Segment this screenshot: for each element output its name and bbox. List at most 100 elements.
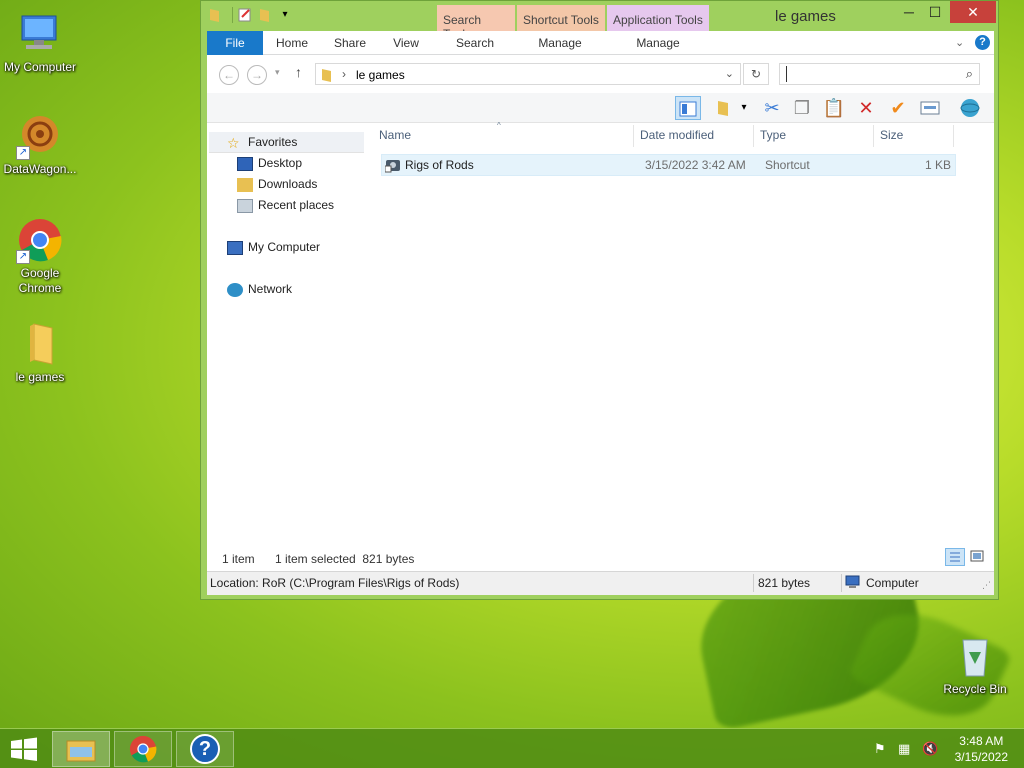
nav-label: Favorites <box>248 135 298 149</box>
desktop-icon-recycle-bin[interactable]: Recycle Bin <box>935 632 1015 697</box>
clock-time: 3:48 AM <box>959 734 1004 748</box>
shortcut-arrow-icon: ↗ <box>16 250 30 264</box>
divider <box>841 574 842 592</box>
desktop-icon-my-computer[interactable]: My Computer <box>0 10 80 75</box>
file-size: 1 KB <box>924 158 951 172</box>
column-separator[interactable] <box>953 125 954 147</box>
recent-locations-icon[interactable]: ▾ <box>275 67 280 78</box>
column-separator[interactable] <box>753 125 754 147</box>
path-separator[interactable]: › <box>342 67 346 81</box>
zone-text: Computer <box>866 576 919 590</box>
context-tab-shortcut-tools[interactable]: Shortcut Tools <box>517 5 605 31</box>
address-input[interactable]: › le games ⌄ <box>315 63 741 85</box>
address-bar-row: ← → ▾ ↑ › le games ⌄ ↻ ⌕ <box>207 55 994 93</box>
divider <box>753 574 754 592</box>
context-tab-application-tools[interactable]: Application Tools <box>607 5 709 31</box>
properties-icon[interactable] <box>917 96 943 120</box>
tab-share[interactable]: Share <box>327 31 373 55</box>
folder-options-icon[interactable] <box>711 96 737 120</box>
taskbar-help[interactable]: ? <box>176 731 234 767</box>
title-bar[interactable]: ▾ Search Tools Shortcut Tools Applicatio… <box>201 1 998 41</box>
quick-access-toolbar: ▾ <box>207 7 293 23</box>
tab-manage-shortcut[interactable]: Manage <box>527 31 593 55</box>
clock-date: 3/15/2022 <box>954 750 1008 764</box>
datawagon-icon: ↗ <box>16 112 64 160</box>
file-type: Shortcut <box>765 158 810 172</box>
separator <box>227 7 233 23</box>
system-clock[interactable]: 3:48 AM 3/15/2022 <box>955 733 1008 765</box>
tab-home[interactable]: Home <box>269 31 315 55</box>
file-name: Rigs of Rods <box>405 158 474 172</box>
chrome-icon <box>129 735 157 763</box>
taskbar-file-explorer[interactable] <box>52 731 110 767</box>
details-status: 1 item 1 item selected 821 bytes <box>207 543 994 571</box>
column-header-size[interactable]: Size <box>880 128 903 142</box>
tab-manage-application[interactable]: Manage <box>625 31 691 55</box>
taskbar-chrome[interactable] <box>114 731 172 767</box>
nav-downloads[interactable]: Downloads <box>237 174 317 195</box>
shortcut-icon <box>384 157 401 176</box>
tab-view[interactable]: View <box>383 31 429 55</box>
resize-grip-icon[interactable]: ⋰ <box>982 580 991 591</box>
back-button[interactable]: ← <box>219 65 239 85</box>
column-header-name[interactable]: Name <box>379 128 411 142</box>
rename-icon[interactable]: ✔ <box>885 96 911 120</box>
nav-network[interactable]: Network <box>227 279 292 300</box>
tab-search[interactable]: Search <box>443 31 507 55</box>
refresh-button[interactable]: ↻ <box>743 63 769 85</box>
forward-button[interactable]: → <box>247 65 267 85</box>
help-icon[interactable]: ? <box>975 35 990 50</box>
context-tab-search-tools[interactable]: Search Tools <box>437 5 515 41</box>
search-icon[interactable]: ⌕ <box>966 66 973 82</box>
network-status-icon[interactable]: ▦ <box>898 741 910 757</box>
folder-icon <box>16 320 64 368</box>
nav-recent-places[interactable]: Recent places <box>237 195 334 216</box>
column-header-date[interactable]: Date modified <box>640 128 714 142</box>
chevron-down-icon[interactable]: ⌄ <box>725 67 734 80</box>
new-folder-icon[interactable] <box>257 7 273 23</box>
size-text: 821 bytes <box>758 576 811 590</box>
computer-icon <box>227 240 243 255</box>
close-button[interactable]: ✕ <box>950 1 996 23</box>
action-center-icon[interactable]: ⚑ <box>874 741 886 757</box>
desktop-icon-le-games[interactable]: le games <box>0 320 80 385</box>
folder-small-icon <box>322 69 331 82</box>
chevron-down-icon[interactable]: ▾ <box>277 7 293 23</box>
nav-my-computer[interactable]: My Computer <box>227 237 320 258</box>
internet-icon[interactable] <box>957 96 983 120</box>
taskbar: ? ⚑ ▦ 🔇 3:48 AM 3/15/2022 <box>0 728 1024 768</box>
delete-icon[interactable]: ✕ <box>853 96 879 120</box>
ribbon-tabs: File Home Share View Search Manage Manag… <box>207 31 994 55</box>
column-separator[interactable] <box>873 125 874 147</box>
search-input[interactable]: ⌕ <box>779 63 980 85</box>
address-path[interactable]: le games <box>356 68 405 82</box>
cut-icon[interactable]: ✂ <box>759 96 785 120</box>
volume-muted-icon[interactable]: 🔇 <box>922 741 938 757</box>
details-view-button[interactable] <box>945 548 965 566</box>
file-list: ^ Name Date modified Type Size Rigs of R… <box>373 121 994 543</box>
preview-pane-icon[interactable] <box>675 96 701 120</box>
large-icons-view-button[interactable] <box>969 548 987 566</box>
nav-desktop[interactable]: Desktop <box>237 153 302 174</box>
ribbon-expand-icon[interactable]: ⌄ <box>955 36 964 49</box>
network-icon <box>227 282 243 297</box>
nav-favorites[interactable]: ☆ Favorites <box>209 132 364 153</box>
paste-icon[interactable]: 📋 <box>821 96 847 120</box>
column-separator[interactable] <box>633 125 634 147</box>
column-header-type[interactable]: Type <box>760 128 786 142</box>
nav-label: My Computer <box>248 240 321 254</box>
windows-logo-icon <box>11 737 37 761</box>
desktop-icon-datawagon[interactable]: ↗ DataWagon... <box>0 112 80 177</box>
chevron-down-icon[interactable]: ▾ <box>737 96 751 120</box>
properties-icon[interactable] <box>237 7 253 23</box>
desktop-icon-label: Recycle Bin <box>943 682 1007 696</box>
file-date: 3/15/2022 3:42 AM <box>645 158 746 172</box>
up-arrow-icon[interactable]: ↑ <box>295 64 302 80</box>
recycle-bin-icon <box>951 632 999 680</box>
start-button[interactable] <box>10 737 38 764</box>
tab-file[interactable]: File <box>207 31 263 55</box>
copy-icon[interactable]: ❐ <box>789 96 815 120</box>
table-row[interactable]: Rigs of Rods 3/15/2022 3:42 AM Shortcut … <box>381 154 956 176</box>
desktop-icon-chrome[interactable]: ↗ Google Chrome <box>0 216 80 296</box>
chrome-icon: ↗ <box>16 216 64 264</box>
